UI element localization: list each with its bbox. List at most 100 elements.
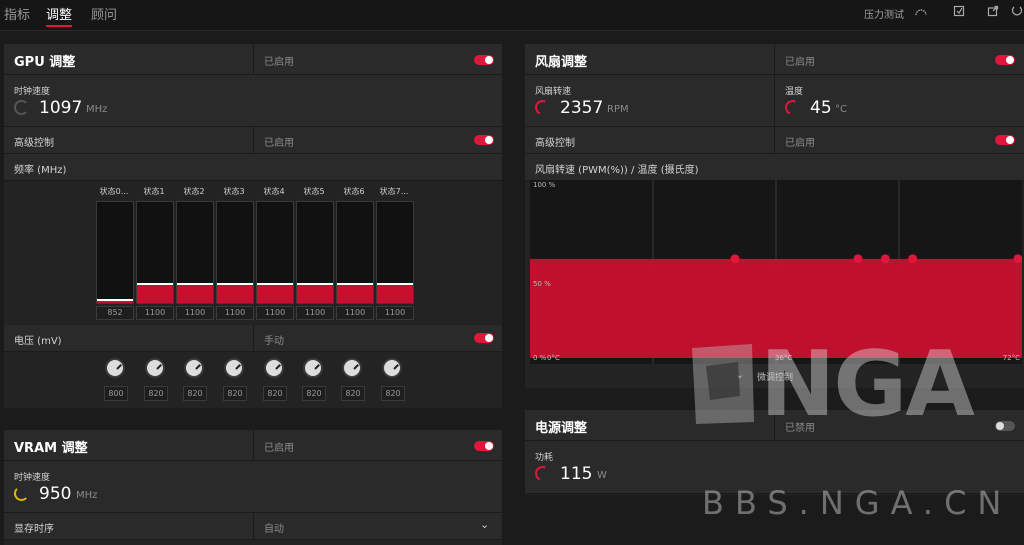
state-label: 状态2 bbox=[183, 187, 205, 196]
state-slider[interactable] bbox=[216, 201, 254, 304]
fan-curve-point[interactable] bbox=[880, 254, 890, 264]
gpu-clock-gauge-icon bbox=[14, 100, 29, 115]
gpu-tuning-toggle[interactable] bbox=[474, 55, 494, 65]
state-label: 状态6 bbox=[343, 187, 365, 196]
gpu-voltage-row: 电压 (mV) 手动 bbox=[4, 325, 502, 352]
power-gauge-icon bbox=[532, 463, 553, 484]
voltage-value-input[interactable]: 800 bbox=[104, 386, 128, 401]
vram-header: VRAM 调整 已启用 bbox=[4, 430, 502, 461]
power-unit: W bbox=[597, 470, 607, 481]
vram-clock-label: 时钟速度 bbox=[14, 473, 51, 483]
state-slider[interactable] bbox=[176, 201, 214, 304]
share-icon[interactable] bbox=[987, 5, 999, 17]
voltage-knob[interactable] bbox=[145, 358, 165, 378]
state-slider[interactable] bbox=[136, 201, 174, 304]
temperature-value: 45 bbox=[810, 98, 832, 118]
nga-logo-icon bbox=[692, 344, 754, 424]
voltage-knob[interactable] bbox=[382, 358, 402, 378]
state-fill bbox=[377, 283, 413, 303]
fan-advanced-toggle[interactable] bbox=[995, 135, 1015, 145]
fan-advanced-row: 高级控制 已启用 bbox=[525, 127, 1024, 154]
voltage-knob[interactable] bbox=[224, 358, 244, 378]
state-value-input[interactable]: 1100 bbox=[136, 306, 174, 320]
gpu-clock-unit: MHz bbox=[86, 104, 108, 115]
vram-clock-unit: MHz bbox=[76, 490, 98, 501]
temperature-unit: °C bbox=[835, 104, 847, 115]
voltage-value-input[interactable]: 820 bbox=[183, 386, 207, 401]
state-slider[interactable] bbox=[376, 201, 414, 304]
tab-tuning[interactable]: 调整 bbox=[46, 4, 72, 23]
state-label: 状态5 bbox=[303, 187, 325, 196]
x-tick-label: 0°C bbox=[547, 354, 560, 362]
state-slider[interactable] bbox=[96, 201, 134, 304]
tab-metrics[interactable]: 指标 bbox=[4, 4, 30, 23]
vram-tuning-toggle[interactable] bbox=[474, 441, 494, 451]
voltage-value-input[interactable]: 820 bbox=[223, 386, 247, 401]
fan-speed-unit: RPM bbox=[607, 104, 629, 115]
tab-advisor[interactable]: 顾问 bbox=[91, 4, 117, 23]
state-fill bbox=[297, 283, 333, 303]
state-value-input[interactable]: 1100 bbox=[256, 306, 294, 320]
state-label: 状态1 bbox=[143, 187, 165, 196]
state-fill bbox=[217, 283, 253, 303]
state-value-input[interactable]: 1100 bbox=[376, 306, 414, 320]
fan-curve-point[interactable] bbox=[853, 254, 863, 264]
state-slider[interactable] bbox=[296, 201, 334, 304]
state-label: 状态3 bbox=[223, 187, 245, 196]
voltage-knob[interactable] bbox=[264, 358, 284, 378]
export-profile-icon[interactable] bbox=[953, 5, 965, 17]
memory-timing-value[interactable]: 自动 bbox=[264, 520, 284, 535]
x-tick-label: 72°C bbox=[1003, 354, 1020, 362]
voltage-value-input[interactable]: 820 bbox=[144, 386, 168, 401]
gauge-icon[interactable] bbox=[914, 5, 927, 17]
state-value-input[interactable]: 1100 bbox=[336, 306, 374, 320]
voltage-value-input[interactable]: 820 bbox=[302, 386, 326, 401]
voltage-knob[interactable] bbox=[342, 358, 362, 378]
state-value-input[interactable]: 852 bbox=[96, 306, 134, 320]
chevron-down-icon[interactable]: ⌄ bbox=[480, 518, 489, 531]
nga-watermark: NGA BBS.NGA.CN bbox=[688, 332, 1001, 528]
state-label: 状态0... bbox=[99, 187, 129, 196]
gpu-header: GPU 调整 已启用 bbox=[4, 44, 502, 75]
gpu-advanced-status: 已启用 bbox=[264, 138, 294, 149]
state-label: 状态4 bbox=[263, 187, 285, 196]
state-value-input[interactable]: 1100 bbox=[216, 306, 254, 320]
gpu-clock-value: 1097 bbox=[39, 98, 83, 118]
power-tuning-toggle[interactable] bbox=[995, 421, 1015, 431]
temperature-label: 温度 bbox=[785, 87, 804, 97]
voltage-knob[interactable] bbox=[303, 358, 323, 378]
voltage-toggle[interactable] bbox=[474, 333, 494, 343]
voltage-knob[interactable] bbox=[105, 358, 125, 378]
fan-status: 已启用 bbox=[785, 57, 815, 68]
memory-timing-row[interactable]: 显存时序 自动 ⌄ bbox=[4, 513, 502, 540]
state-slider[interactable] bbox=[256, 201, 294, 304]
reset-icon[interactable] bbox=[1011, 5, 1023, 17]
voltage-value-input[interactable]: 820 bbox=[341, 386, 365, 401]
vram-clock-gauge-icon bbox=[14, 486, 29, 501]
gpu-clock-row: 时钟速度 1097 MHz bbox=[4, 75, 502, 127]
state-label: 状态7... bbox=[379, 187, 409, 196]
voltage-knob[interactable] bbox=[184, 358, 204, 378]
state-fill bbox=[137, 283, 173, 303]
fan-curve-point[interactable] bbox=[908, 254, 918, 264]
gpu-title: GPU 调整 bbox=[14, 55, 76, 70]
fan-curve-point[interactable] bbox=[730, 254, 740, 264]
gpu-advanced-toggle[interactable] bbox=[474, 135, 494, 145]
fan-tuning-toggle[interactable] bbox=[995, 55, 1015, 65]
state-fill bbox=[97, 299, 133, 303]
fan-advanced-label: 高级控制 bbox=[535, 138, 575, 149]
voltage-value-input[interactable]: 820 bbox=[263, 386, 287, 401]
stress-test-label[interactable]: 压力测试 bbox=[864, 6, 904, 21]
state-value-input[interactable]: 1100 bbox=[296, 306, 334, 320]
vram-tuning-panel: VRAM 调整 已启用 时钟速度 950 MHz 显存时序 自动 ⌄ bbox=[4, 430, 502, 545]
voltage-value-input[interactable]: 820 bbox=[381, 386, 405, 401]
vram-status: 已启用 bbox=[264, 443, 294, 454]
y-tick-label: 50 % bbox=[533, 280, 551, 288]
voltage-label: 电压 (mV) bbox=[14, 336, 62, 347]
state-value-input[interactable]: 1100 bbox=[176, 306, 214, 320]
gpu-status: 已启用 bbox=[264, 57, 294, 68]
power-value: 115 bbox=[560, 464, 593, 484]
temperature-gauge-icon bbox=[782, 97, 803, 118]
state-slider[interactable] bbox=[336, 201, 374, 304]
fan-chart-title: 风扇转速 (PWM(%)) / 温度 (摄氏度) bbox=[535, 165, 699, 176]
